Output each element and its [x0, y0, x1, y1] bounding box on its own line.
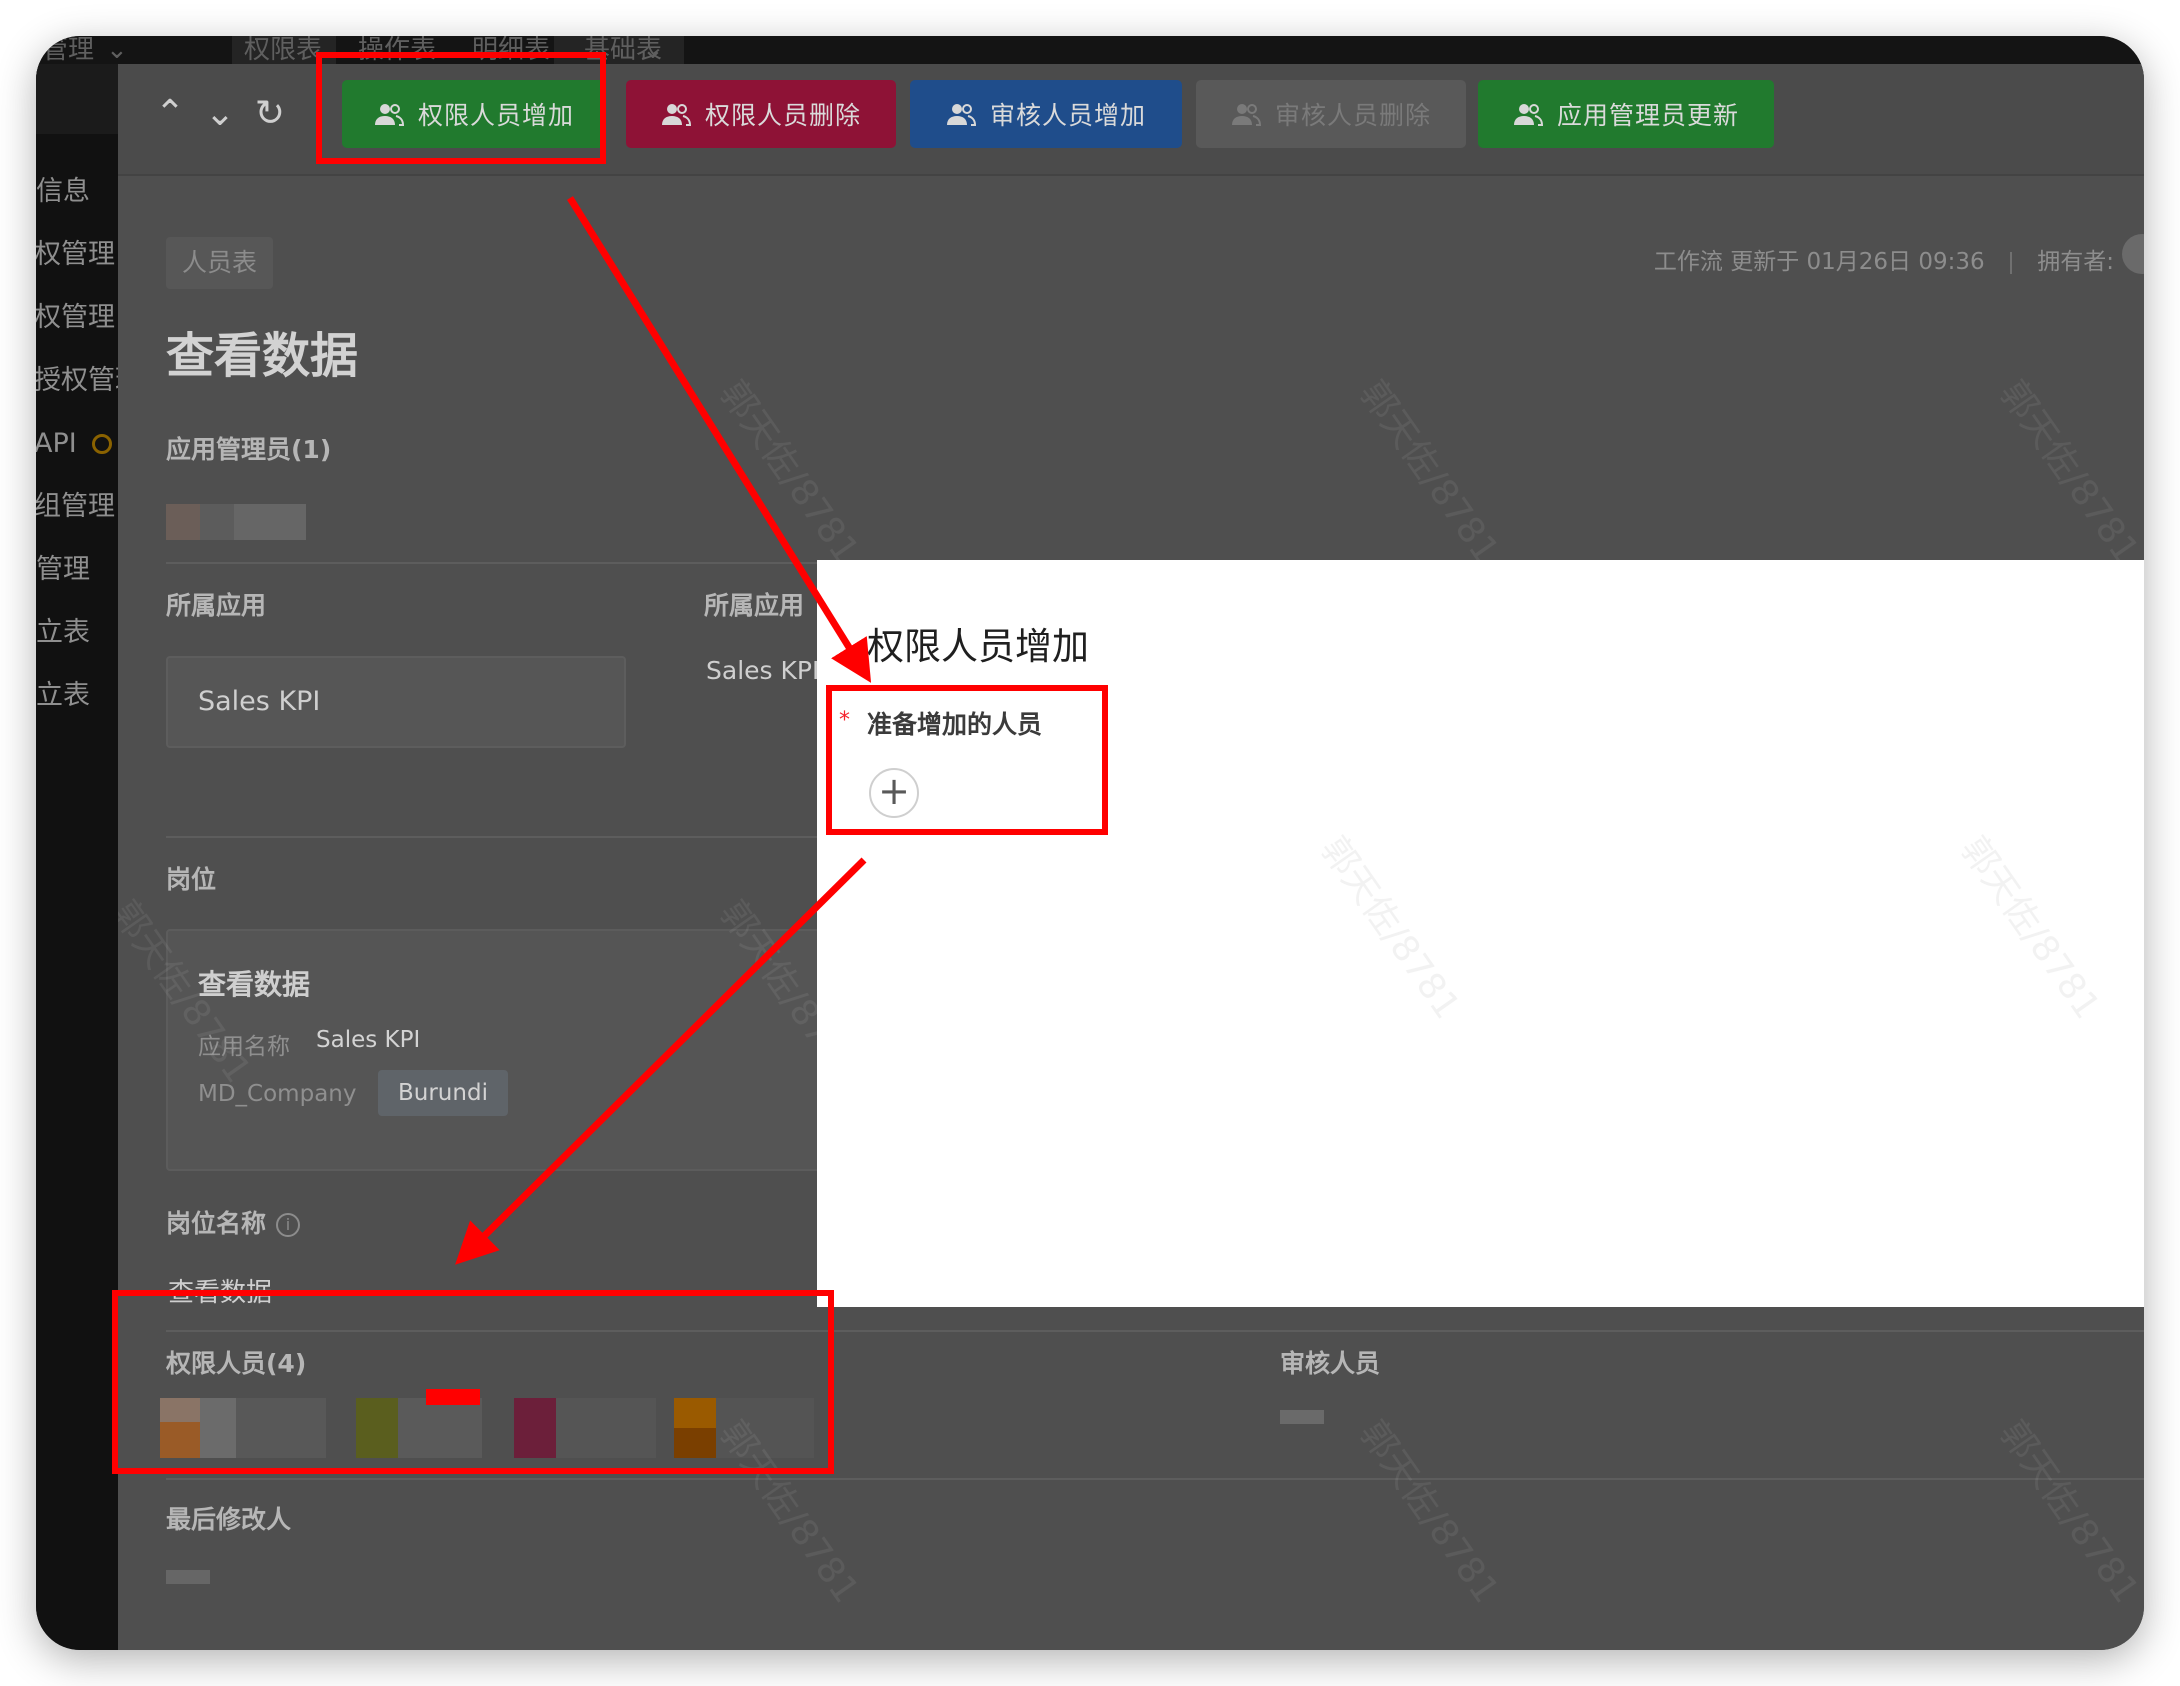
sidebar-item[interactable]: 立表	[36, 613, 118, 653]
position-name-label-text: 岗位名称	[166, 1209, 267, 1238]
sidebar-item[interactable]: 立表	[36, 676, 118, 716]
users-icon	[1231, 104, 1261, 126]
breadcrumb[interactable]: 人员表	[166, 237, 274, 289]
nav-down-icon[interactable]: ⌄	[198, 92, 242, 136]
reviewer-blur	[1280, 1410, 1324, 1424]
sidebar-item[interactable]: 组管理	[36, 487, 118, 527]
last-modified-blur	[166, 1570, 210, 1584]
divider	[166, 1478, 2144, 1480]
dialog-title: 权限人员增加	[867, 625, 1089, 668]
add-permission-dialog: 权限人员增加 * 准备增加的人员 + 郭天佐/8781 郭天佐/8781	[817, 560, 2144, 1307]
last-modified-label: 最后修改人	[166, 1505, 292, 1534]
sidebar-item[interactable]: 管理	[36, 550, 118, 590]
position-label: 岗位	[166, 865, 217, 894]
sidebar-item[interactable]: 权管理	[36, 235, 118, 275]
app-menu-title[interactable]: 管理	[42, 36, 94, 64]
updated-time: 更新于 01月26日 09:36	[1730, 249, 1985, 275]
users-icon	[1513, 104, 1543, 126]
button-label: 应用管理员更新	[1556, 101, 1739, 130]
record-meta: 工作流 更新于 01月26日 09:36 拥有者:	[1654, 242, 2114, 276]
position-app-name-value: Sales KPI	[316, 1027, 421, 1053]
watermark: 郭天佐/8781	[1312, 829, 1468, 1027]
owner-avatar[interactable]	[2122, 234, 2144, 274]
sidebar-item[interactable]: 授权管理	[36, 361, 118, 401]
highlight-box-dialog-field	[826, 685, 1108, 835]
chevron-down-icon[interactable]: ⌄	[106, 36, 128, 64]
add-reviewer-button[interactable]: 审核人员增加	[910, 80, 1182, 148]
app2-field-label: 所属应用	[704, 591, 805, 620]
refresh-icon[interactable]: ↻	[248, 92, 292, 136]
highlight-box-add-button	[316, 52, 606, 164]
reviewers-label: 审核人员	[1280, 1349, 1381, 1378]
admin-avatar-blur	[200, 504, 234, 540]
sidebar-item[interactable]: 信息	[36, 172, 118, 212]
sidebar-header	[36, 64, 118, 134]
watermark: 郭天佐/8781	[1991, 1413, 2144, 1611]
button-label: 审核人员删除	[1274, 101, 1431, 130]
sidebar: 信息 权管理 权管理 授权管理 API 组管理 管理 立表 立表	[36, 64, 118, 1650]
watermark: 郭天佐/8781	[1351, 1413, 1507, 1611]
position-company-tag: Burundi	[378, 1070, 508, 1116]
watermark: 郭天佐/8781	[1952, 829, 2108, 1027]
app-field-label: 所属应用	[166, 591, 267, 620]
meta-divider	[2009, 251, 2012, 274]
top-tab-permission[interactable]: 权限表	[244, 36, 322, 64]
app2-value: Sales KPI	[706, 656, 820, 685]
admin-name-blur	[234, 504, 306, 540]
button-label: 审核人员增加	[989, 101, 1146, 130]
remove-permission-person-button[interactable]: 权限人员删除	[626, 80, 896, 148]
admin-avatar[interactable]	[166, 504, 200, 540]
info-icon[interactable]: i	[276, 1213, 301, 1237]
highlight-box-permission-people	[112, 1290, 834, 1474]
chevron-down-icon[interactable]: ⌄	[642, 36, 664, 64]
watermark: 郭天佐/8781	[711, 373, 867, 571]
watermark: 郭天佐/8781	[1991, 373, 2144, 571]
app-admins-label: 应用管理员(1)	[166, 435, 332, 464]
watermark: 郭天佐/8781	[1351, 373, 1507, 571]
sidebar-item[interactable]: 权管理	[36, 298, 118, 338]
app-value: Sales KPI	[198, 686, 321, 717]
page-title: 查看数据	[166, 328, 359, 384]
hidden-eye-icon	[92, 434, 112, 454]
app-value-box[interactable]: Sales KPI	[166, 656, 626, 748]
remove-reviewer-button[interactable]: 审核人员删除	[1196, 80, 1466, 148]
owner-label: 拥有者:	[2037, 249, 2114, 275]
users-icon	[661, 104, 691, 126]
nav-up-icon[interactable]: ⌃	[148, 92, 192, 136]
users-icon	[946, 104, 976, 126]
update-app-admin-button[interactable]: 应用管理员更新	[1478, 80, 1774, 148]
position-name-label: 岗位名称 i	[166, 1204, 301, 1240]
button-label: 权限人员删除	[704, 101, 861, 130]
workflow-link[interactable]: 工作流	[1654, 249, 1723, 275]
